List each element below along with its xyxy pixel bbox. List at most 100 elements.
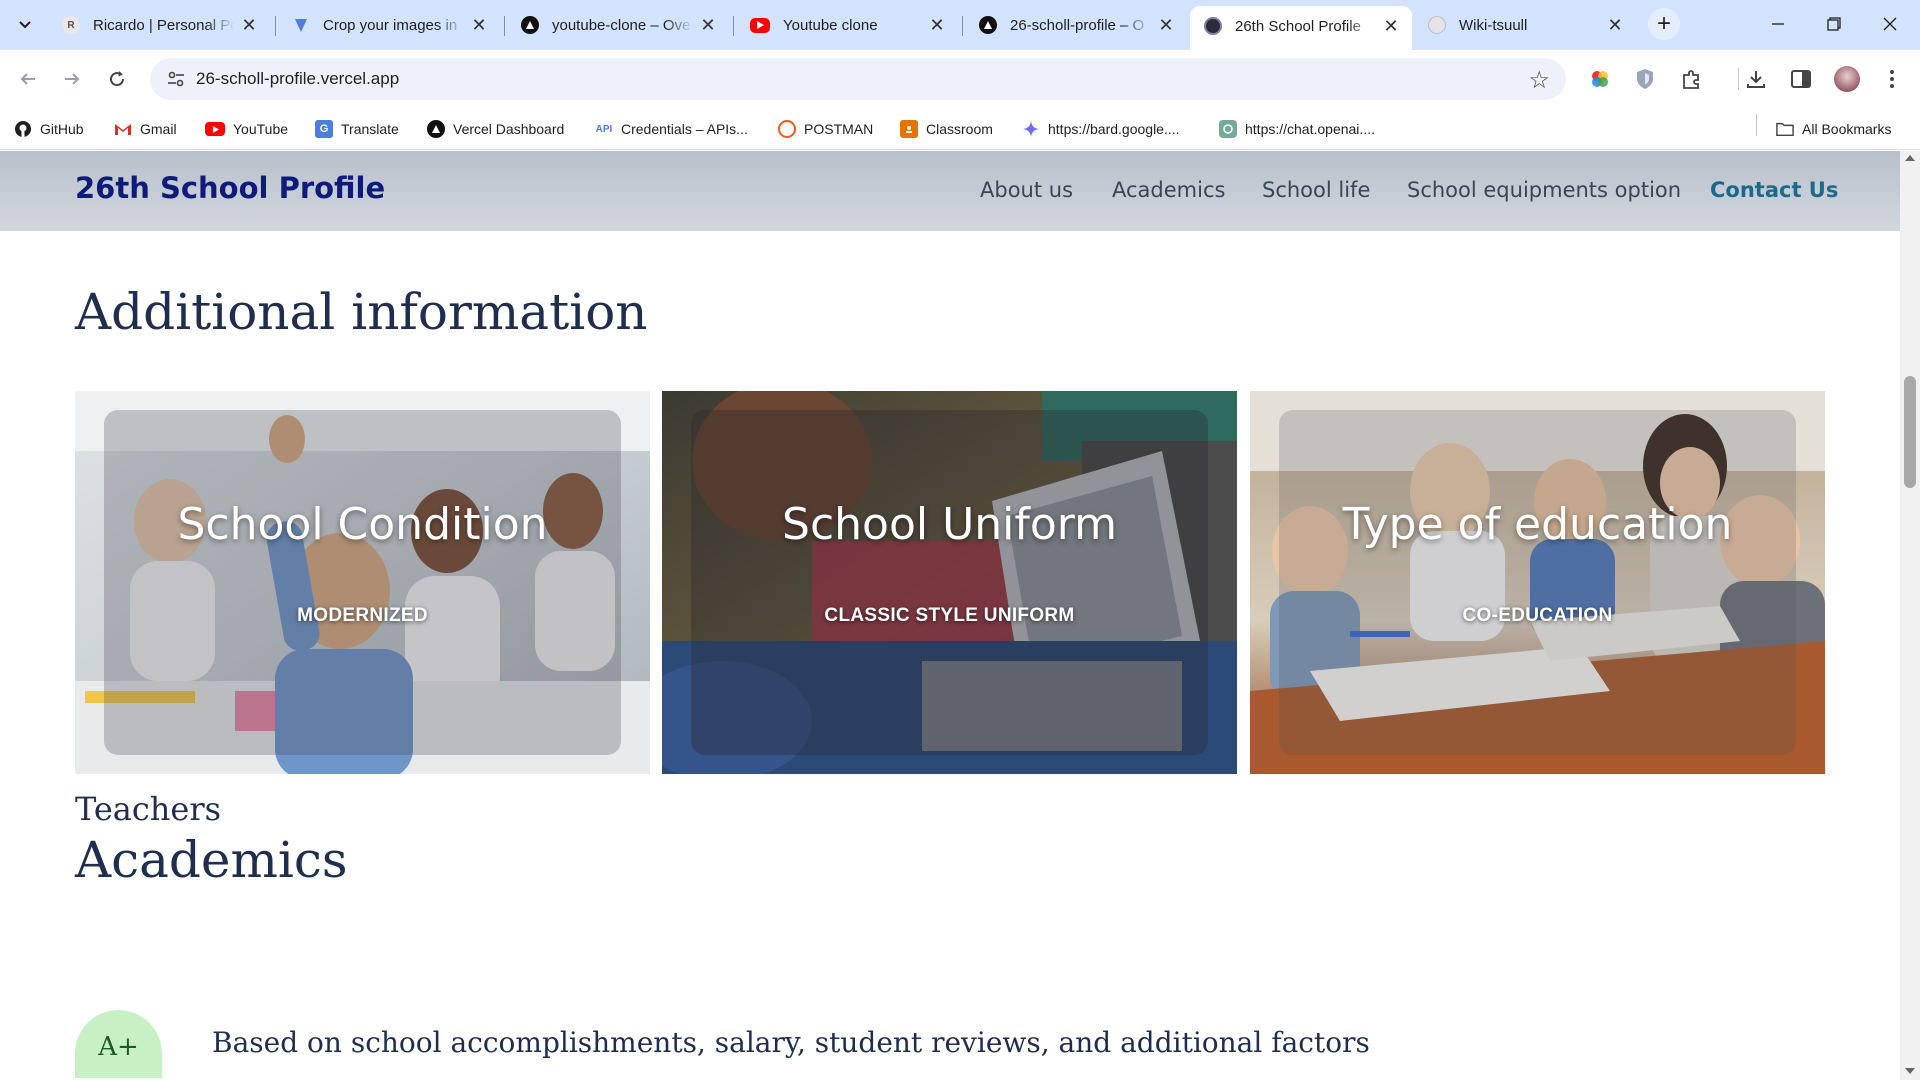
extensions-puzzle-icon[interactable] — [1676, 64, 1706, 94]
tab-title: 26-scholl-profile – O — [1010, 16, 1145, 34]
back-button[interactable] — [12, 63, 44, 95]
bookmark-openai[interactable]: https://chat.openai.... — [1219, 118, 1375, 140]
all-bookmarks-button[interactable]: All Bookmarks — [1776, 118, 1891, 140]
globe-icon — [1428, 16, 1446, 34]
bookmarks-divider — [1756, 114, 1757, 136]
bookmark-label: YouTube — [233, 121, 289, 137]
card-subtitle: MODERNIZED — [297, 605, 428, 626]
tab-title: youtube-clone – Ove — [552, 16, 691, 34]
download-icon[interactable] — [1741, 64, 1771, 94]
youtube-icon — [750, 17, 770, 33]
close-tab-icon[interactable]: ✕ — [470, 15, 488, 36]
translate-icon: G — [315, 120, 333, 138]
youtube-icon — [205, 122, 225, 136]
profile-avatar[interactable] — [1832, 64, 1862, 94]
close-tab-icon[interactable]: ✕ — [1606, 15, 1624, 36]
color-extension-icon[interactable] — [1585, 64, 1615, 94]
bard-icon — [1022, 120, 1040, 138]
tab-title: Crop your images in — [323, 16, 458, 34]
tab-26th-school-profile[interactable]: 26th School Profile ✕ — [1190, 6, 1412, 50]
card-overlay — [104, 410, 621, 755]
bookmark-star-icon[interactable]: ☆ — [1528, 66, 1550, 95]
chevron-down-icon — [19, 21, 31, 29]
card-school-uniform: School Uniform CLASSIC STYLE UNIFORM — [662, 391, 1237, 774]
tab-search-button[interactable] — [10, 9, 40, 39]
nav-school-life[interactable]: School life — [1262, 178, 1370, 202]
tab-separator — [275, 16, 276, 36]
bookmark-label: Vercel Dashboard — [453, 121, 565, 137]
forward-button[interactable] — [56, 63, 88, 95]
site-brand[interactable]: 26th School Profile — [75, 171, 385, 205]
bookmark-label: All Bookmarks — [1802, 121, 1892, 137]
close-tab-icon[interactable]: ✕ — [1382, 16, 1400, 37]
gmail-icon — [114, 120, 132, 138]
card-subtitle: CLASSIC STYLE UNIFORM — [824, 605, 1075, 626]
bookmark-vercel-dashboard[interactable]: Vercel Dashboard — [427, 118, 564, 140]
tab-separator — [504, 16, 505, 36]
restore-button[interactable] — [1814, 10, 1854, 38]
classroom-icon — [900, 120, 918, 138]
bookmark-github[interactable]: GitHub — [14, 118, 84, 140]
close-tab-icon[interactable]: ✕ — [928, 15, 946, 36]
tab-wiki-tsuull[interactable]: Wiki-tsuull ✕ — [1414, 8, 1636, 42]
additional-info-heading: Additional information — [75, 283, 648, 341]
nav-contact-us[interactable]: Contact Us — [1710, 178, 1838, 202]
bookmark-credentials[interactable]: API Credentials – APIs... — [595, 118, 748, 140]
bookmark-translate[interactable]: G Translate — [315, 118, 399, 140]
arrow-right-icon — [65, 73, 80, 85]
tab-crop[interactable]: Crop your images in ✕ — [278, 8, 500, 42]
new-tab-button[interactable]: + — [1648, 8, 1680, 40]
page-viewport: 26th School Profile About us Academics S… — [0, 151, 1900, 1080]
nav-academics[interactable]: Academics — [1112, 178, 1225, 202]
restore-icon — [1827, 17, 1841, 31]
reload-button[interactable] — [101, 63, 133, 95]
info-cards: School Condition MODERNIZED School Unifo… — [75, 391, 1825, 774]
bookmark-classroom[interactable]: Classroom — [900, 118, 993, 140]
card-overlay — [1279, 410, 1796, 755]
bookmark-label: https://bard.google.... — [1048, 121, 1180, 137]
github-icon — [14, 120, 32, 138]
card-type-of-education: Type of education CO-EDUCATION — [1250, 391, 1825, 774]
nav-about-us[interactable]: About us — [980, 178, 1073, 202]
card-school-condition: School Condition MODERNIZED — [75, 391, 650, 774]
close-tab-icon[interactable]: ✕ — [1157, 15, 1175, 36]
url-text: 26-scholl-profile.vercel.app — [196, 69, 400, 88]
tab-title: 26th School Profile — [1235, 17, 1361, 35]
address-bar[interactable]: 26-scholl-profile.vercel.app ☆ — [150, 58, 1566, 100]
menu-kebab-icon[interactable] — [1877, 64, 1907, 94]
scrollbar-thumb[interactable] — [1904, 376, 1916, 488]
tab-26-scholl-profile-vercel[interactable]: 26-scholl-profile – O ✕ — [965, 8, 1187, 42]
bookmark-label: Credentials – APIs... — [621, 121, 748, 137]
close-tab-icon[interactable]: ✕ — [240, 15, 258, 36]
tab-youtube-clone[interactable]: Youtube clone ✕ — [736, 8, 958, 42]
bookmark-postman[interactable]: POSTMAN — [778, 118, 873, 140]
close-tab-icon[interactable]: ✕ — [699, 15, 717, 36]
site-icon — [1204, 17, 1222, 35]
scroll-up-icon[interactable] — [1905, 155, 1915, 161]
tab-title: Ricardo | Personal Po — [93, 16, 234, 34]
bookmark-bard[interactable]: https://bard.google.... — [1022, 118, 1180, 140]
tab-strip: R Ricardo | Personal Po ✕ Crop your imag… — [0, 0, 1920, 50]
tab-youtube-clone-vercel[interactable]: youtube-clone – Ove ✕ — [507, 8, 729, 42]
tab-ricardo[interactable]: R Ricardo | Personal Po ✕ — [48, 8, 270, 42]
nav-school-equipments[interactable]: School equipments option — [1407, 178, 1681, 202]
site-info-icon[interactable] — [166, 69, 186, 89]
tab-separator — [962, 16, 963, 36]
teacher-grade-description: Based on school accomplishments, salary,… — [212, 1026, 1370, 1059]
side-panel-icon[interactable] — [1786, 64, 1816, 94]
vercel-icon — [979, 16, 997, 34]
minimize-icon — [1772, 23, 1784, 25]
bookmark-youtube[interactable]: YouTube — [205, 118, 288, 140]
minimize-button[interactable] — [1758, 10, 1798, 38]
openai-icon — [1219, 120, 1237, 138]
scroll-down-icon[interactable] — [1905, 1068, 1915, 1074]
shield-extension-icon[interactable] — [1630, 64, 1660, 94]
close-window-button[interactable] — [1870, 10, 1910, 38]
site-header: 26th School Profile About us Academics S… — [0, 151, 1900, 231]
page-scrollbar[interactable] — [1900, 151, 1920, 1080]
card-title: School Condition — [177, 499, 548, 550]
reload-icon — [110, 71, 125, 87]
academics-heading: Academics — [75, 831, 348, 889]
bookmark-gmail[interactable]: Gmail — [114, 118, 177, 140]
close-icon — [1883, 17, 1897, 31]
